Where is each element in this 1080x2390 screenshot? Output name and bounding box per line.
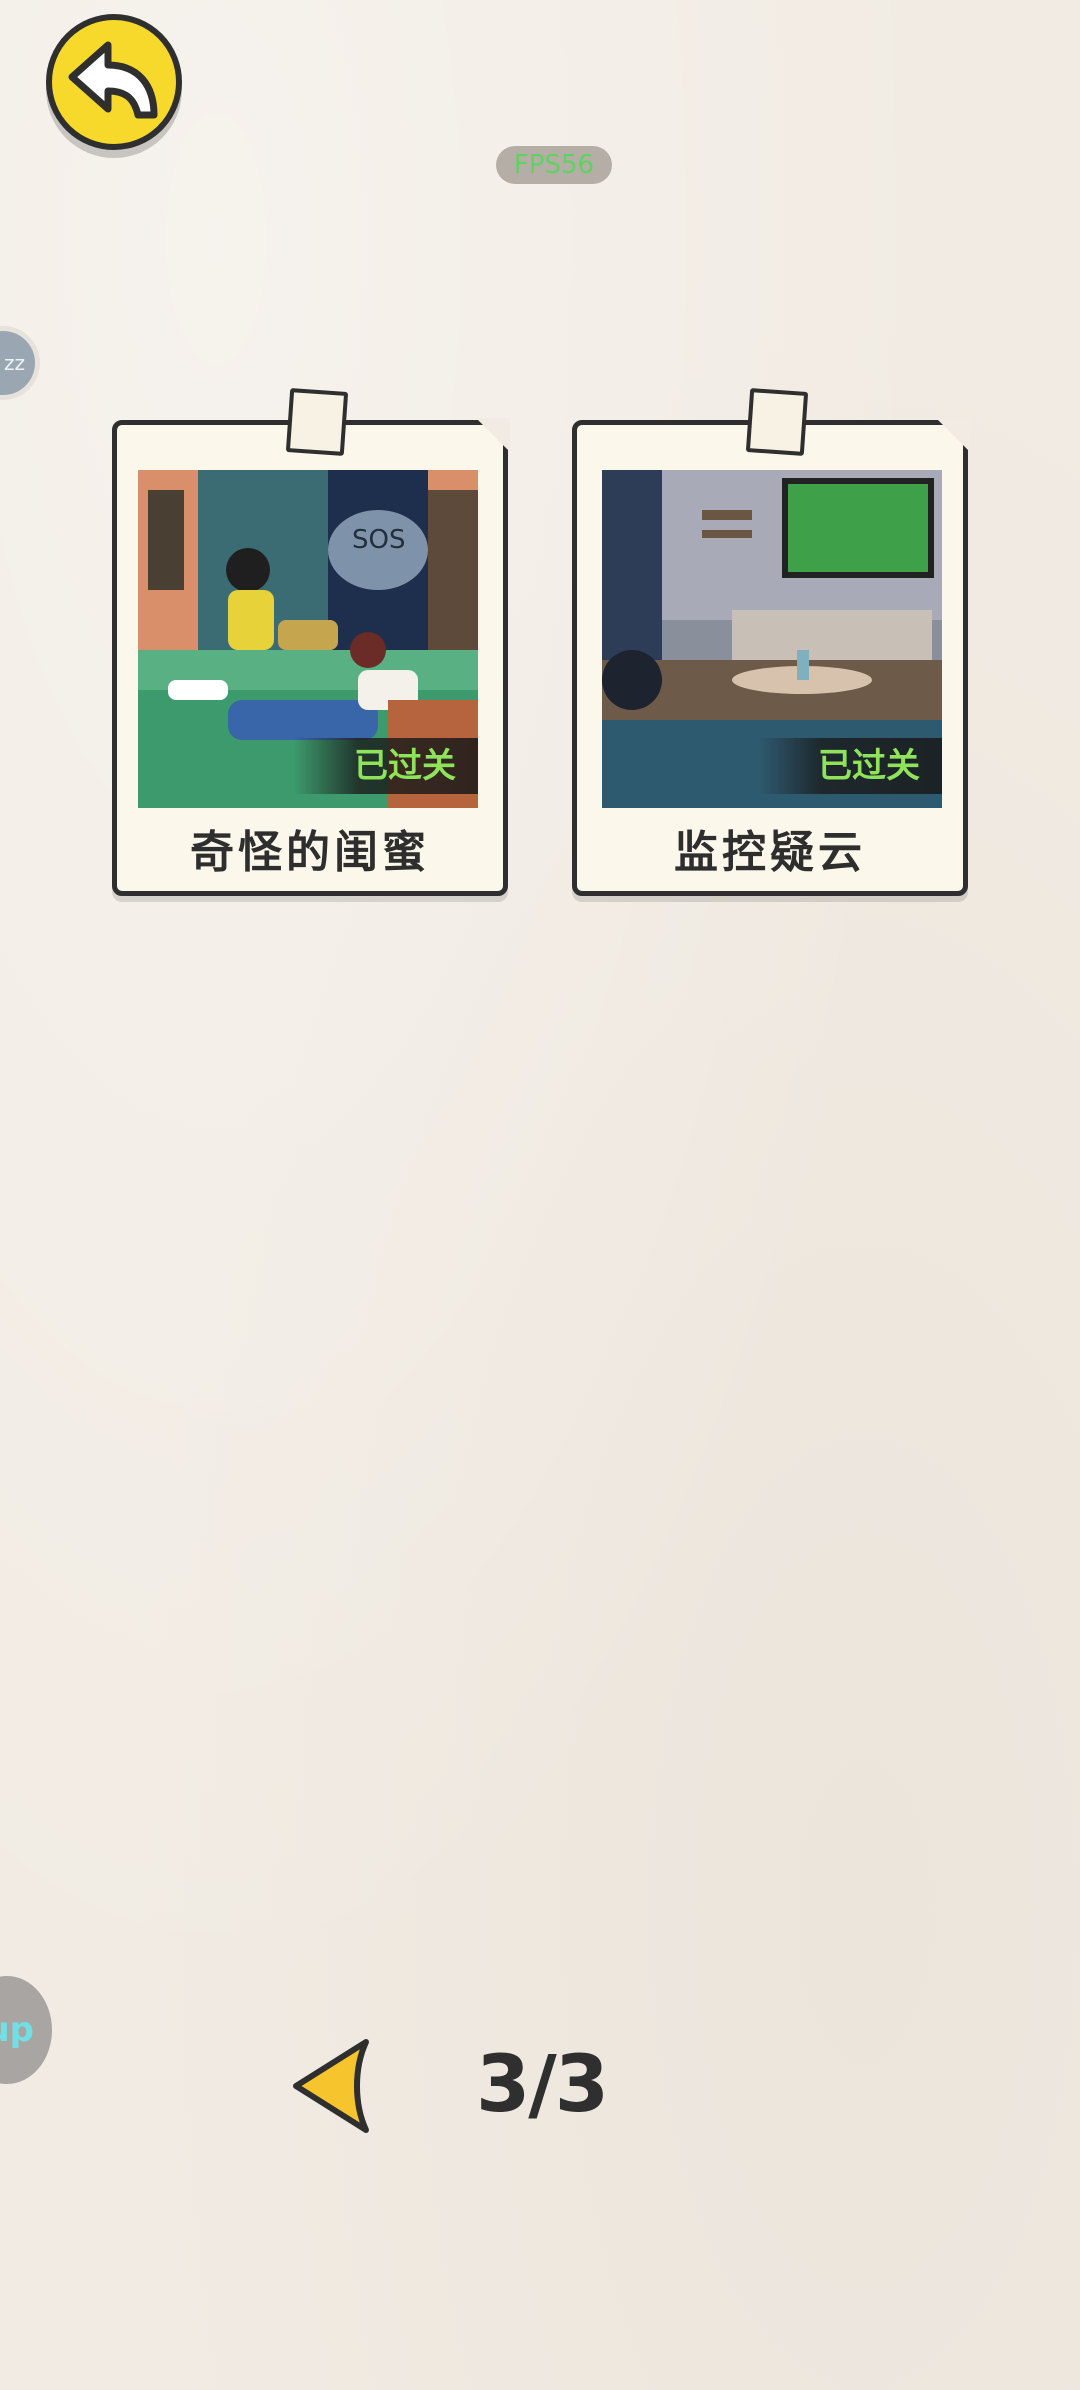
floating-up-button[interactable]: up (0, 1976, 52, 2084)
level-card-1[interactable]: SOS 已过关 奇怪的闺蜜 (112, 388, 510, 896)
tape-icon (285, 388, 349, 456)
tape-icon (745, 388, 809, 456)
page-indicator: 3/3 (476, 2040, 609, 2130)
triangle-left-icon (293, 2039, 369, 2133)
floating-tool-button[interactable]: zz (0, 326, 40, 400)
level-card-2[interactable]: 已过关 监控疑云 (572, 388, 970, 896)
level-thumbnail: 已过关 (602, 470, 942, 808)
floating-tool-label: zz (4, 351, 25, 375)
level-title: 奇怪的闺蜜 (190, 827, 430, 878)
previous-page-button[interactable] (288, 2036, 378, 2136)
sos-wall-text: SOS (352, 525, 405, 555)
folded-corner (476, 418, 510, 452)
floating-up-label: up (0, 2010, 34, 2050)
level-select-screen: FPS56 zz up SOS (0, 0, 1080, 2390)
level-thumbnail: SOS 已过关 (138, 470, 478, 808)
cleared-badge: 已过关 (294, 738, 478, 794)
cleared-badge: 已过关 (758, 738, 942, 794)
level-title: 监控疑云 (674, 827, 866, 878)
fps-counter: FPS56 (496, 146, 612, 184)
back-button[interactable] (46, 14, 182, 150)
back-arrow-icon (68, 41, 158, 119)
folded-corner (936, 418, 970, 452)
